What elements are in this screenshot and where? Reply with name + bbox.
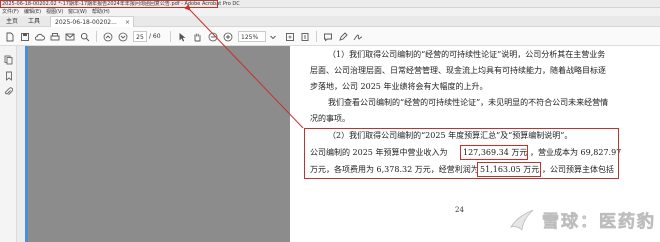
comment-icon[interactable]: [321, 30, 334, 43]
chevron-down-icon[interactable]: [266, 30, 279, 43]
email-icon[interactable]: [63, 30, 76, 43]
sign-icon[interactable]: [351, 30, 364, 43]
doc-line: 步落地，公司 2025 年业绩将会有大幅度的上升。: [310, 82, 488, 91]
hand-icon[interactable]: [190, 30, 203, 43]
next-page-icon[interactable]: [116, 30, 129, 43]
zoom-out-icon[interactable]: [206, 30, 219, 43]
toolbar-divider: [170, 31, 171, 42]
doc-line: 我们查看公司编制的“经营的可持续性论证”，未见明显的不符合公司未来经营情: [328, 98, 609, 107]
bookmark-icon[interactable]: [3, 70, 14, 81]
title-highlight-box: [0, 0, 218, 8]
menu-bar: 文件(F) 编辑(E) 视图(V) 窗口(W) 帮助(H): [0, 8, 660, 16]
page-total: / 60: [149, 33, 161, 40]
xueqiu-watermark: 雪球：医药豹: [508, 202, 658, 236]
toolbar-divider: [316, 31, 317, 42]
highlight-icon[interactable]: [336, 30, 349, 43]
cursor-select-icon[interactable]: [175, 30, 188, 43]
doc-line: 况的事项。: [310, 114, 350, 123]
doc-line: （1）我们取得公司编制的“经营的可持续性论证”说明，公司分析其在主营业务: [328, 50, 606, 59]
page-thumbnails-icon[interactable]: [3, 54, 14, 65]
tab-bar: 主页 工具 2025-06-18-00202... ×: [0, 16, 660, 27]
attachment-icon[interactable]: [3, 86, 14, 97]
page-number: 24: [455, 206, 464, 214]
zoom-level-select[interactable]: 125%: [238, 31, 266, 42]
menu-help[interactable]: 帮助(H): [92, 8, 110, 16]
tab-tools[interactable]: 工具: [24, 16, 44, 27]
tab-document-label: 2025-06-18-00202...: [55, 19, 117, 26]
menu-edit[interactable]: 编辑(E): [24, 8, 41, 16]
profit-highlight-box: [477, 162, 541, 177]
tab-home[interactable]: 主页: [2, 16, 22, 27]
prev-page-icon[interactable]: [101, 30, 114, 43]
watermark-text: 雪球：医药豹: [542, 211, 656, 232]
title-bar: 2025-06-18-00202.02 *-17期年-17期年报告2024年年报…: [0, 0, 660, 8]
zoom-in-icon[interactable]: [221, 30, 234, 43]
menu-view[interactable]: 视图(V): [46, 8, 63, 16]
scroll-icon[interactable]: [298, 30, 311, 43]
document-side-pane: [28, 46, 290, 242]
xueqiu-logo-icon: [510, 209, 534, 231]
new-file-icon[interactable]: [3, 30, 16, 43]
menu-file[interactable]: 文件(F): [2, 8, 19, 16]
menu-window[interactable]: 窗口(W): [68, 8, 87, 16]
fit-page-icon[interactable]: [283, 30, 296, 43]
search-icon[interactable]: [78, 30, 91, 43]
page-number-input[interactable]: 25: [133, 31, 147, 42]
left-navigation-pane: [0, 46, 17, 242]
doc-line: 层面、公司治理层面、日常经营管理、现金流上均具有可持续能力，随着战略目标逐: [310, 66, 606, 75]
save-icon[interactable]: [18, 30, 31, 43]
print-icon[interactable]: [48, 30, 61, 43]
toolbar: 25 / 60 125%: [0, 27, 660, 46]
revenue-highlight-box: [460, 145, 528, 160]
toolbar-divider: [96, 31, 97, 42]
tab-document[interactable]: 2025-06-18-00202... ×: [50, 16, 134, 27]
upload-cloud-icon[interactable]: [33, 30, 46, 43]
pane-gutter: [17, 46, 25, 242]
tab-close-button[interactable]: ×: [125, 17, 130, 27]
